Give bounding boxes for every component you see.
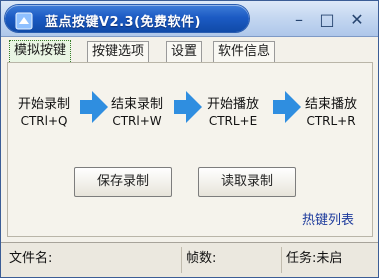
step-label: 开始播放 — [207, 97, 260, 112]
status-filename: 文件名: — [9, 251, 53, 266]
close-button[interactable]: ✕ — [347, 11, 367, 29]
title-pill: 蓝点按键V2.3(免费软件) — [5, 5, 249, 32]
step-start-record: 开始录制 CTRl+Q — [18, 97, 70, 129]
tab-software-info[interactable]: 软件信息 — [213, 41, 276, 62]
load-recording-button[interactable]: 读取录制 — [198, 167, 296, 197]
window-title: 蓝点按键V2.3(免费软件) — [45, 15, 201, 30]
step-hotkey: CTRL+R — [306, 114, 356, 128]
right-arrow-icon — [80, 91, 108, 123]
right-arrow-icon — [174, 91, 202, 123]
step-label: 结束播放 — [305, 97, 358, 112]
step-stop-record: 结束录制 CTRl+W — [111, 97, 163, 129]
step-stop-play: 结束播放 CTRL+R — [305, 97, 357, 129]
hotkey-list-link[interactable]: 热键列表 — [302, 209, 354, 228]
maximize-button[interactable]: □ — [317, 11, 337, 29]
status-frames: 帧数: — [181, 247, 277, 273]
step-hotkey: CTRl+W — [112, 114, 162, 128]
right-arrow-icon — [273, 91, 301, 123]
tab-key-options[interactable]: 按键选项 — [87, 41, 150, 62]
app-window: 蓝点按键V2.3(免费软件) – □ ✕ 模拟按键 按键选项 设置 软件信息 开… — [0, 0, 379, 278]
tab-settings[interactable]: 设置 — [166, 41, 203, 62]
save-recording-button[interactable]: 保存录制 — [74, 167, 172, 197]
step-label: 开始录制 — [18, 97, 71, 112]
status-task: 任务:未启 — [281, 247, 373, 273]
title-bar[interactable]: 蓝点按键V2.3(免费软件) – □ ✕ — [1, 1, 378, 37]
minimize-button[interactable]: – — [289, 11, 309, 29]
step-start-play: 开始播放 CTRL+E — [207, 97, 259, 129]
step-hotkey: CTRl+Q — [20, 114, 68, 128]
tab-panel: 开始录制 CTRl+Q 结束录制 CTRl+W 开始播放 CTRL+E 结束播放… — [7, 62, 373, 237]
tab-simulate-keys[interactable]: 模拟按键 — [9, 40, 72, 62]
step-label: 结束录制 — [111, 97, 164, 112]
app-icon — [15, 12, 33, 30]
status-bar: 文件名: 帧数: 任务:未启 — [1, 242, 378, 277]
step-hotkey: CTRL+E — [208, 114, 258, 128]
